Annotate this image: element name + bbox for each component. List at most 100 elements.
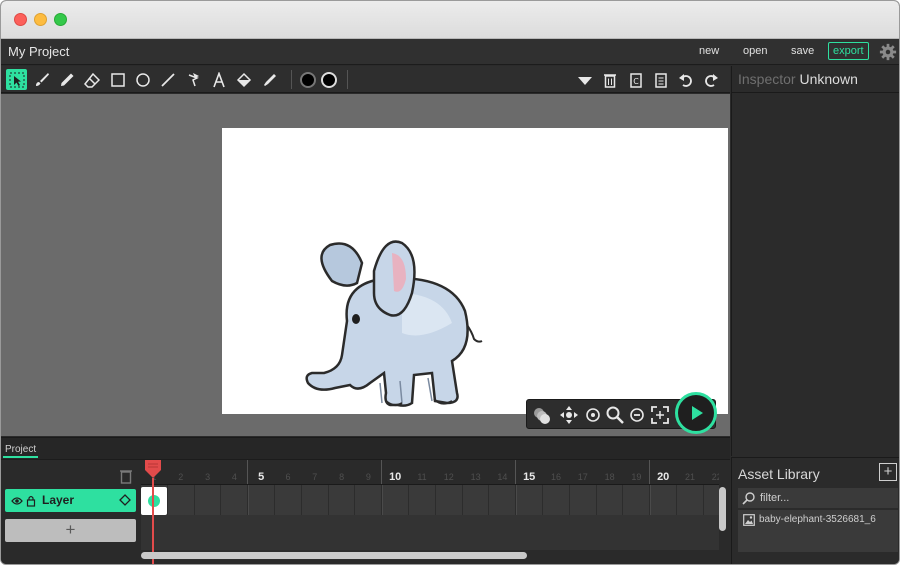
inspector-header: Inspector Unknown <box>732 66 899 93</box>
close-window-button[interactable] <box>14 13 27 26</box>
toolbar-divider <box>291 70 292 89</box>
frame-cell[interactable] <box>329 485 356 515</box>
frame-cell[interactable] <box>650 485 677 515</box>
open-button[interactable]: open <box>743 45 767 57</box>
frame-cell[interactable] <box>302 485 329 515</box>
triangle-down-icon <box>577 76 592 85</box>
tween-diamond-icon[interactable] <box>119 494 131 506</box>
frame-number: 11 <box>417 472 427 482</box>
frame-cell[interactable] <box>168 485 195 515</box>
export-button[interactable]: export <box>828 42 869 60</box>
frame-cell[interactable] <box>570 485 597 515</box>
frame-cell[interactable] <box>248 485 275 515</box>
zoom-out-button[interactable] <box>626 404 648 426</box>
asset-list-item[interactable]: baby-elephant-3526681_6 <box>738 510 898 552</box>
line-tool-button[interactable] <box>157 69 178 90</box>
maximize-window-button[interactable] <box>54 13 67 26</box>
text-tool-button[interactable] <box>208 69 229 90</box>
asset-filter <box>738 488 898 508</box>
play-button[interactable] <box>675 392 717 434</box>
pan-button[interactable] <box>558 404 580 426</box>
layer-row[interactable]: Layer <box>5 489 136 512</box>
svg-text:C: C <box>633 77 639 86</box>
stroke-color-swatch[interactable] <box>321 72 337 88</box>
frame-cell[interactable] <box>195 485 222 515</box>
timeline-panel: Project 12345678910111213141516171819202… <box>1 437 730 564</box>
frame-number: 6 <box>285 472 291 482</box>
frame-number: 9 <box>365 472 371 482</box>
frame-cell[interactable] <box>382 485 409 515</box>
frame-cell[interactable] <box>516 485 543 515</box>
add-layer-button[interactable]: + <box>5 519 136 542</box>
eyedropper-tool-button[interactable] <box>259 69 280 90</box>
toolbar-divider <box>347 70 348 89</box>
settings-gear-icon[interactable] <box>879 43 897 61</box>
add-asset-button[interactable]: + <box>879 463 897 481</box>
vertical-scrollbar[interactable] <box>719 487 726 531</box>
ellipse-tool-button[interactable] <box>132 69 153 90</box>
delete-button[interactable] <box>599 69 620 90</box>
dropdown-menu-button[interactable] <box>574 69 595 90</box>
frame-number: 2 <box>178 472 184 482</box>
undo-button[interactable] <box>675 69 696 90</box>
new-button[interactable]: new <box>699 45 719 57</box>
keyframe[interactable] <box>141 487 167 515</box>
frame-cell[interactable] <box>677 485 704 515</box>
pencil-tool-button[interactable] <box>56 69 77 90</box>
paste-button[interactable] <box>650 69 671 90</box>
eraser-tool-button[interactable] <box>81 69 102 90</box>
recenter-button[interactable] <box>582 404 604 426</box>
canvas[interactable] <box>222 128 728 414</box>
delete-layer-trash-icon[interactable] <box>118 468 134 484</box>
move-arrows-icon <box>560 406 578 424</box>
frame-grid[interactable] <box>141 485 719 550</box>
frame-number: 21 <box>684 472 695 482</box>
frame-number: 16 <box>550 472 561 482</box>
fill-tool-button[interactable] <box>233 69 254 90</box>
frame-cell[interactable] <box>409 485 436 515</box>
tab-project[interactable]: Project <box>3 443 39 458</box>
frame-cell[interactable] <box>463 485 490 515</box>
path-tool-button[interactable] <box>183 69 204 90</box>
horizontal-scrollbar[interactable] <box>141 552 527 559</box>
eyedropper-icon <box>263 73 276 86</box>
stage-area[interactable] <box>1 94 730 436</box>
playhead-handle-icon[interactable] <box>144 460 162 478</box>
frame-cell[interactable] <box>543 485 570 515</box>
eye-icon[interactable] <box>11 495 23 507</box>
cursor-tool-button[interactable] <box>6 69 27 90</box>
frame-cell[interactable] <box>275 485 302 515</box>
onion-skin-button[interactable] <box>531 404 553 426</box>
fit-screen-button[interactable] <box>649 404 671 426</box>
frame-cell[interactable] <box>597 485 624 515</box>
copy-button[interactable]: C <box>625 69 646 90</box>
asset-filter-input[interactable] <box>760 488 894 508</box>
project-title[interactable]: My Project <box>8 44 69 59</box>
frame-number: 10 <box>389 471 402 483</box>
frame-cell[interactable] <box>489 485 517 515</box>
brush-tool-button[interactable] <box>31 69 52 90</box>
zoom-in-button[interactable] <box>604 404 626 426</box>
frame-cell[interactable] <box>355 485 383 515</box>
target-icon <box>586 408 600 422</box>
asset-name: baby-elephant-3526681_6 <box>759 514 876 525</box>
redo-button[interactable] <box>700 69 721 90</box>
magnifier-icon <box>606 406 624 424</box>
frame-ruler[interactable]: 12345678910111213141516171819202122 <box>141 460 719 485</box>
frame-number: 4 <box>231 472 237 482</box>
elephant-image[interactable] <box>302 233 492 408</box>
lock-icon[interactable] <box>26 494 36 507</box>
frame-cell[interactable] <box>623 485 651 515</box>
frame-number: 7 <box>312 472 318 482</box>
frame-cell[interactable] <box>436 485 463 515</box>
save-button[interactable]: save <box>791 45 814 57</box>
minimize-window-button[interactable] <box>34 13 47 26</box>
empty-layer-row <box>141 515 719 550</box>
frame-cell[interactable] <box>221 485 249 515</box>
line-icon <box>160 72 175 87</box>
fill-color-swatch[interactable] <box>300 72 316 88</box>
frame-major-tick <box>247 460 249 484</box>
frame-cell[interactable] <box>704 485 719 515</box>
rectangle-tool-button[interactable] <box>107 69 128 90</box>
frame-number: 14 <box>497 472 508 482</box>
